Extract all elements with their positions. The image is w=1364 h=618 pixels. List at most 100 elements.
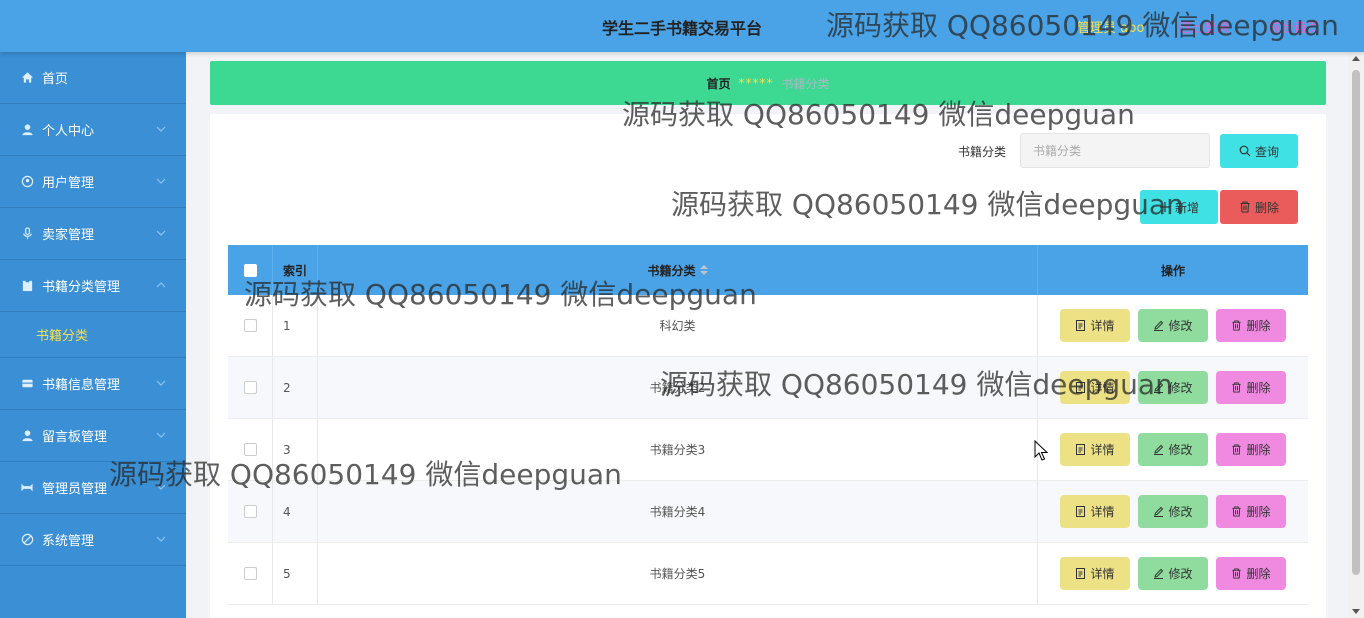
header-category-label: 书籍分类 [647, 263, 696, 278]
row-category: 书籍分类5 [318, 543, 1038, 604]
search-input[interactable] [1020, 133, 1210, 168]
sidebar-item-system[interactable]: 系统管理 [0, 514, 186, 566]
header-category[interactable]: 书籍分类 [318, 245, 1038, 295]
sidebar-item-label: 用户管理 [42, 176, 95, 191]
clipboard-icon [20, 279, 34, 293]
row-checkbox[interactable] [243, 319, 257, 332]
table-row: 1 科幻类 详情 修改 删除 [228, 295, 1308, 357]
row-category: 书籍分类2 [318, 357, 1038, 418]
delete-button[interactable]: 删除 [1216, 557, 1286, 590]
edit-button[interactable]: 修改 [1138, 557, 1208, 590]
scrollbar-thumb[interactable] [1352, 70, 1360, 575]
sidebar-item-users[interactable]: 用户管理 [0, 156, 186, 208]
chevron-down-icon [156, 178, 166, 184]
sidebar-item-home[interactable]: 首页 [0, 52, 186, 104]
document-icon [1076, 506, 1086, 517]
scroll-up-icon[interactable] [1352, 56, 1360, 61]
delete-button[interactable]: 删除 [1216, 309, 1286, 342]
detail-button-label: 详情 [1090, 319, 1115, 333]
trash-icon [1240, 201, 1250, 213]
admin-icon [20, 481, 34, 495]
search-icon [1239, 145, 1251, 157]
detail-button-label: 详情 [1090, 567, 1115, 581]
document-icon [1076, 320, 1086, 331]
edit-button[interactable]: 修改 [1138, 309, 1208, 342]
table-row: 2 书籍分类2 详情 修改 删除 [228, 357, 1308, 419]
trash-icon [1232, 320, 1242, 331]
detail-button[interactable]: 详情 [1060, 371, 1130, 404]
select-all-checkbox[interactable] [243, 263, 257, 277]
detail-button[interactable]: 详情 [1060, 495, 1130, 528]
sidebar-item-label: 系统管理 [42, 534, 95, 549]
logout-link[interactable]: 退出登录 [1178, 17, 1230, 36]
delete-button[interactable]: 删除 [1216, 495, 1286, 528]
sidebar-item-profile[interactable]: 个人中心 [0, 104, 186, 156]
edit-icon [1154, 320, 1164, 331]
sidebar-item-sellers[interactable]: 卖家管理 [0, 208, 186, 260]
detail-button[interactable]: 详情 [1060, 309, 1130, 342]
message-icon [20, 429, 34, 443]
edit-button-label: 修改 [1168, 505, 1193, 519]
breadcrumb-home[interactable]: 首页 [706, 75, 730, 92]
breadcrumb-current: 书籍分类 [781, 76, 830, 91]
page-scrollbar[interactable] [1348, 52, 1364, 618]
add-button[interactable]: 新增 [1140, 190, 1218, 224]
sidebar-item-label: 首页 [42, 72, 69, 87]
delete-button-label: 删除 [1246, 567, 1271, 581]
sidebar-item-book-info-mgmt[interactable]: 书籍信息管理 [0, 358, 186, 410]
edit-button[interactable]: 修改 [1138, 371, 1208, 404]
search-label: 书籍分类 [958, 145, 1007, 159]
document-icon [1076, 444, 1086, 455]
category-table: 索引 书籍分类 操作 1 科幻类 详情 修改 删除 2 书籍分类2 详情 修改 … [228, 245, 1308, 605]
sort-icon[interactable] [699, 265, 708, 275]
mic-icon [20, 227, 34, 241]
edit-button-label: 修改 [1168, 567, 1193, 581]
edit-button[interactable]: 修改 [1138, 495, 1208, 528]
row-category: 书籍分类4 [318, 481, 1038, 542]
document-icon [1076, 382, 1086, 393]
query-button-label: 查询 [1254, 144, 1279, 159]
delete-button[interactable]: 删除 [1216, 433, 1286, 466]
scroll-down-icon[interactable] [1352, 609, 1360, 614]
breadcrumb: 首页 ***** 书籍分类 [210, 61, 1326, 105]
delete-button-label: 删除 [1246, 381, 1271, 395]
row-index: 4 [273, 481, 318, 542]
edit-icon [1154, 444, 1164, 455]
header-index: 索引 [273, 245, 318, 295]
table-header: 索引 书籍分类 操作 [228, 245, 1308, 295]
sidebar-subitem-book-category[interactable]: 书籍分类 [0, 312, 186, 358]
batch-delete-button[interactable]: 删除 [1220, 190, 1298, 224]
edit-button-label: 修改 [1168, 443, 1193, 457]
add-button-label: 新增 [1174, 200, 1199, 215]
edit-button-label: 修改 [1168, 319, 1193, 333]
chevron-down-icon [156, 432, 166, 438]
home-icon [20, 71, 34, 85]
delete-button[interactable]: 删除 [1216, 371, 1286, 404]
row-checkbox[interactable] [243, 443, 257, 456]
row-index: 5 [273, 543, 318, 604]
user-icon [20, 123, 34, 137]
sidebar-item-label: 书籍信息管理 [42, 378, 121, 393]
delete-button-label: 删除 [1246, 443, 1271, 457]
front-home-link[interactable]: 前台首页 [1268, 17, 1320, 36]
detail-button[interactable]: 详情 [1060, 557, 1130, 590]
edit-button[interactable]: 修改 [1138, 433, 1208, 466]
table-row: 3 书籍分类3 详情 修改 删除 [228, 419, 1308, 481]
sidebar-item-book-category-mgmt[interactable]: 书籍分类管理 [0, 260, 186, 312]
query-button[interactable]: 查询 [1220, 134, 1298, 168]
sidebar-item-admins[interactable]: 管理员管理 [0, 462, 186, 514]
sidebar-item-message-board[interactable]: 留言板管理 [0, 410, 186, 462]
row-index: 3 [273, 419, 318, 480]
detail-button[interactable]: 详情 [1060, 433, 1130, 466]
row-checkbox[interactable] [243, 567, 257, 580]
batch-delete-button-label: 删除 [1254, 200, 1279, 215]
row-checkbox[interactable] [243, 505, 257, 518]
chevron-down-icon [156, 230, 166, 236]
table-row: 5 书籍分类5 详情 修改 删除 [228, 543, 1308, 605]
delete-button-label: 删除 [1246, 319, 1271, 333]
chevron-down-icon [156, 380, 166, 386]
trash-icon [1232, 568, 1242, 579]
sidebar-item-label: 留言板管理 [42, 430, 108, 445]
row-checkbox[interactable] [243, 381, 257, 394]
mouse-cursor-icon [1034, 440, 1048, 461]
